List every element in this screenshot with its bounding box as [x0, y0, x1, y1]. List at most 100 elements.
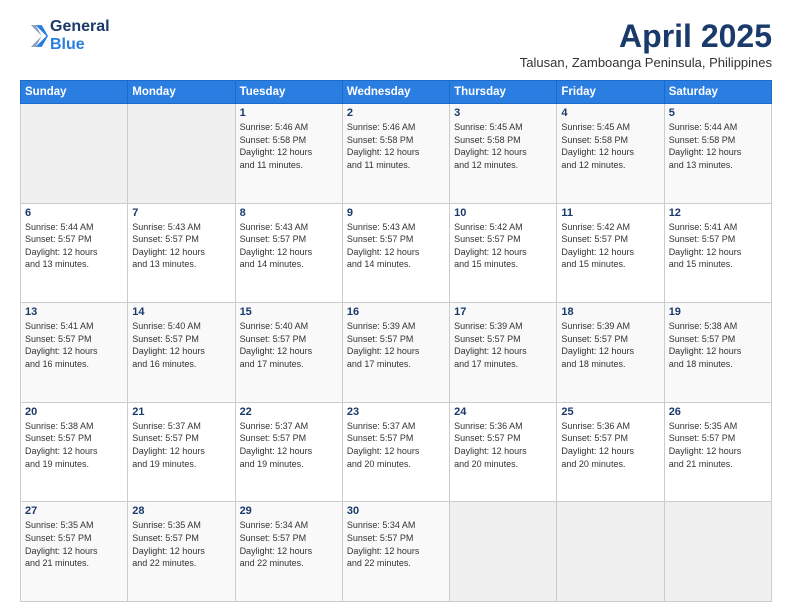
- day-number: 28: [132, 505, 230, 517]
- day-number: 22: [240, 406, 338, 418]
- logo-icon: [20, 22, 48, 50]
- calendar-cell: 11Sunrise: 5:42 AM Sunset: 5:57 PM Dayli…: [557, 203, 664, 303]
- calendar-cell: [664, 502, 771, 602]
- calendar-cell: 6Sunrise: 5:44 AM Sunset: 5:57 PM Daylig…: [21, 203, 128, 303]
- calendar-cell: 27 Sunrise: 5:35 AM Sunset: 5:57 PM Dayli…: [21, 502, 128, 602]
- calendar-cell: 17 Sunrise: 5:39 AM Sunset: 5:57 PM Dayli…: [450, 303, 557, 403]
- calendar-cell: 18 Sunrise: 5:39 AM Sunset: 5:57 PM Dayli…: [557, 303, 664, 403]
- day-number: 1: [240, 107, 338, 119]
- day-number: 6: [25, 207, 123, 219]
- day-number: 7: [132, 207, 230, 219]
- calendar-cell: 21Sunrise: 5:37 AM Sunset: 5:57 PM Dayli…: [128, 402, 235, 502]
- day-number: 3: [454, 107, 552, 119]
- title-block: April 2025 Talusan, Zamboanga Peninsula,…: [520, 18, 772, 70]
- calendar-cell: [21, 104, 128, 204]
- day-detail: Sunrise: 5:34 AM Sunset: 5:57 PM Dayligh…: [347, 519, 445, 569]
- calendar-cell: 4 Sunrise: 5:45 AM Sunset: 5:58 PM Daylig…: [557, 104, 664, 204]
- day-number: 27: [25, 505, 123, 517]
- day-detail: Sunrise: 5:40 AM Sunset: 5:57 PM Dayligh…: [240, 320, 338, 370]
- day-number: 26: [669, 406, 767, 418]
- calendar-cell: 22Sunrise: 5:37 AM Sunset: 5:57 PM Dayli…: [235, 402, 342, 502]
- page: General Blue April 2025 Talusan, Zamboan…: [0, 0, 792, 612]
- calendar-cell: 30 Sunrise: 5:34 AM Sunset: 5:57 PM Dayli…: [342, 502, 449, 602]
- day-number: 10: [454, 207, 552, 219]
- day-detail: Sunrise: 5:39 AM Sunset: 5:57 PM Dayligh…: [347, 320, 445, 370]
- day-detail: Sunrise: 5:35 AM Sunset: 5:57 PM Dayligh…: [25, 519, 123, 569]
- day-number: 5: [669, 107, 767, 119]
- calendar-cell: 19 Sunrise: 5:38 AM Sunset: 5:57 PM Dayli…: [664, 303, 771, 403]
- col-saturday: Saturday: [664, 81, 771, 104]
- day-number: 25: [561, 406, 659, 418]
- day-detail: Sunrise: 5:43 AM Sunset: 5:57 PM Dayligh…: [132, 221, 230, 271]
- day-detail: Sunrise: 5:41 AM Sunset: 5:57 PM Dayligh…: [25, 320, 123, 370]
- day-detail: Sunrise: 5:35 AM Sunset: 5:57 PM Dayligh…: [669, 420, 767, 470]
- calendar-cell: 23 Sunrise: 5:37 AM Sunset: 5:57 PM Dayli…: [342, 402, 449, 502]
- col-sunday: Sunday: [21, 81, 128, 104]
- day-detail: Sunrise: 5:40 AM Sunset: 5:57 PM Dayligh…: [132, 320, 230, 370]
- day-detail: Sunrise: 5:46 AM Sunset: 5:58 PM Dayligh…: [347, 121, 445, 171]
- col-monday: Monday: [128, 81, 235, 104]
- day-number: 8: [240, 207, 338, 219]
- calendar-cell: 20 Sunrise: 5:38 AM Sunset: 5:57 PM Dayli…: [21, 402, 128, 502]
- day-number: 29: [240, 505, 338, 517]
- calendar-cell: 3 Sunrise: 5:45 AM Sunset: 5:58 PM Daylig…: [450, 104, 557, 204]
- day-detail: Sunrise: 5:39 AM Sunset: 5:57 PM Dayligh…: [561, 320, 659, 370]
- calendar-cell: [450, 502, 557, 602]
- day-number: 20: [25, 406, 123, 418]
- day-detail: Sunrise: 5:45 AM Sunset: 5:58 PM Dayligh…: [454, 121, 552, 171]
- calendar-cell: [557, 502, 664, 602]
- calendar-cell: 24 Sunrise: 5:36 AM Sunset: 5:57 PM Dayli…: [450, 402, 557, 502]
- day-detail: Sunrise: 5:36 AM Sunset: 5:57 PM Dayligh…: [561, 420, 659, 470]
- calendar-cell: 9 Sunrise: 5:43 AM Sunset: 5:57 PM Daylig…: [342, 203, 449, 303]
- day-number: 23: [347, 406, 445, 418]
- calendar-cell: 12 Sunrise: 5:41 AM Sunset: 5:57 PM Dayli…: [664, 203, 771, 303]
- calendar-week-row: 20 Sunrise: 5:38 AM Sunset: 5:57 PM Dayli…: [21, 402, 772, 502]
- calendar-cell: 14Sunrise: 5:40 AM Sunset: 5:57 PM Dayli…: [128, 303, 235, 403]
- col-tuesday: Tuesday: [235, 81, 342, 104]
- day-number: 4: [561, 107, 659, 119]
- day-detail: Sunrise: 5:38 AM Sunset: 5:57 PM Dayligh…: [669, 320, 767, 370]
- day-number: 9: [347, 207, 445, 219]
- day-number: 18: [561, 306, 659, 318]
- day-detail: Sunrise: 5:43 AM Sunset: 5:57 PM Dayligh…: [347, 221, 445, 271]
- calendar-table: Sunday Monday Tuesday Wednesday Thursday…: [20, 80, 772, 602]
- calendar-week-row: 27 Sunrise: 5:35 AM Sunset: 5:57 PM Dayli…: [21, 502, 772, 602]
- calendar-cell: 28 Sunrise: 5:35 AM Sunset: 5:57 PM Dayli…: [128, 502, 235, 602]
- day-detail: Sunrise: 5:39 AM Sunset: 5:57 PM Dayligh…: [454, 320, 552, 370]
- day-number: 12: [669, 207, 767, 219]
- month-year: April 2025: [520, 18, 772, 55]
- day-number: 15: [240, 306, 338, 318]
- col-thursday: Thursday: [450, 81, 557, 104]
- calendar-cell: 25 Sunrise: 5:36 AM Sunset: 5:57 PM Dayli…: [557, 402, 664, 502]
- day-detail: Sunrise: 5:46 AM Sunset: 5:58 PM Dayligh…: [240, 121, 338, 171]
- calendar-cell: 1 Sunrise: 5:46 AM Sunset: 5:58 PM Daylig…: [235, 104, 342, 204]
- day-detail: Sunrise: 5:44 AM Sunset: 5:58 PM Dayligh…: [669, 121, 767, 171]
- day-detail: Sunrise: 5:45 AM Sunset: 5:58 PM Dayligh…: [561, 121, 659, 171]
- col-friday: Friday: [557, 81, 664, 104]
- calendar-cell: 10 Sunrise: 5:42 AM Sunset: 5:57 PM Dayli…: [450, 203, 557, 303]
- logo-text: General Blue: [50, 18, 110, 53]
- day-number: 30: [347, 505, 445, 517]
- day-detail: Sunrise: 5:34 AM Sunset: 5:57 PM Dayligh…: [240, 519, 338, 569]
- calendar-cell: 8 Sunrise: 5:43 AM Sunset: 5:57 PM Daylig…: [235, 203, 342, 303]
- day-detail: Sunrise: 5:36 AM Sunset: 5:57 PM Dayligh…: [454, 420, 552, 470]
- calendar-cell: 29 Sunrise: 5:34 AM Sunset: 5:57 PM Dayli…: [235, 502, 342, 602]
- day-detail: Sunrise: 5:42 AM Sunset: 5:57 PM Dayligh…: [454, 221, 552, 271]
- day-detail: Sunrise: 5:35 AM Sunset: 5:57 PM Dayligh…: [132, 519, 230, 569]
- calendar-week-row: 13Sunrise: 5:41 AM Sunset: 5:57 PM Dayli…: [21, 303, 772, 403]
- day-number: 2: [347, 107, 445, 119]
- calendar-cell: 5 Sunrise: 5:44 AM Sunset: 5:58 PM Daylig…: [664, 104, 771, 204]
- col-wednesday: Wednesday: [342, 81, 449, 104]
- day-number: 19: [669, 306, 767, 318]
- day-number: 17: [454, 306, 552, 318]
- day-detail: Sunrise: 5:41 AM Sunset: 5:57 PM Dayligh…: [669, 221, 767, 271]
- day-number: 11: [561, 207, 659, 219]
- logo: General Blue: [20, 18, 110, 53]
- location: Talusan, Zamboanga Peninsula, Philippine…: [520, 55, 772, 70]
- calendar-cell: 13Sunrise: 5:41 AM Sunset: 5:57 PM Dayli…: [21, 303, 128, 403]
- calendar-week-row: 6Sunrise: 5:44 AM Sunset: 5:57 PM Daylig…: [21, 203, 772, 303]
- day-detail: Sunrise: 5:38 AM Sunset: 5:57 PM Dayligh…: [25, 420, 123, 470]
- day-detail: Sunrise: 5:37 AM Sunset: 5:57 PM Dayligh…: [347, 420, 445, 470]
- day-detail: Sunrise: 5:43 AM Sunset: 5:57 PM Dayligh…: [240, 221, 338, 271]
- day-number: 24: [454, 406, 552, 418]
